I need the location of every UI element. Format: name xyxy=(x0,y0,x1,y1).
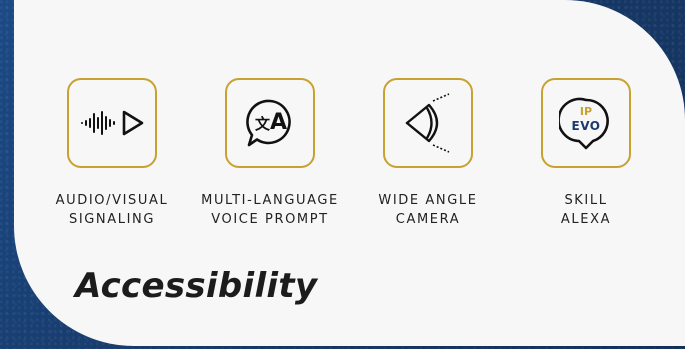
audio-wave-play-icon xyxy=(81,110,144,136)
alexa-ip-evo-icon: IP EVO xyxy=(559,96,613,150)
ip-badge-text: IP xyxy=(579,105,593,118)
evo-badge-text: EVO xyxy=(571,119,601,133)
label-line-2: CAMERA xyxy=(395,212,461,227)
feature-wide-angle: WIDE ANGLE CAMERA xyxy=(353,78,503,229)
audio-visual-label: AUDIO/VISUAL SIGNALING xyxy=(37,191,187,229)
multi-language-icon-box: 文A xyxy=(225,78,315,168)
label-line-1: AUDIO/VISUAL xyxy=(55,193,169,208)
feature-audio-visual: AUDIO/VISUAL SIGNALING xyxy=(37,78,187,229)
feature-skill-alexa: IP EVO SKILL ALEXA xyxy=(511,78,661,229)
label-line-1: WIDE ANGLE xyxy=(378,193,478,208)
skill-alexa-icon-box: IP EVO xyxy=(541,78,631,168)
label-line-2: VOICE PROMPT xyxy=(211,212,329,227)
wide-angle-icon-box xyxy=(383,78,473,168)
section-title: Accessibility xyxy=(75,266,318,306)
label-line-2: SIGNALING xyxy=(68,212,156,227)
label-line-2: ALEXA xyxy=(560,212,612,227)
label-line-1: SKILL xyxy=(564,193,608,208)
translate-bubble-icon: 文A xyxy=(243,96,297,150)
feature-multi-language: 文A MULTI-LANGUAGE VOICE PROMPT xyxy=(195,78,345,229)
multi-language-label: MULTI-LANGUAGE VOICE PROMPT xyxy=(195,191,345,229)
wide-angle-label: WIDE ANGLE CAMERA xyxy=(353,191,503,229)
eye-camera-icon xyxy=(405,93,450,153)
latin-glyph: A xyxy=(269,110,288,135)
skill-alexa-label: SKILL ALEXA xyxy=(511,191,661,229)
label-line-1: MULTI-LANGUAGE xyxy=(201,193,339,208)
audio-visual-icon-box xyxy=(67,78,157,168)
chinese-glyph: 文 xyxy=(254,115,270,133)
